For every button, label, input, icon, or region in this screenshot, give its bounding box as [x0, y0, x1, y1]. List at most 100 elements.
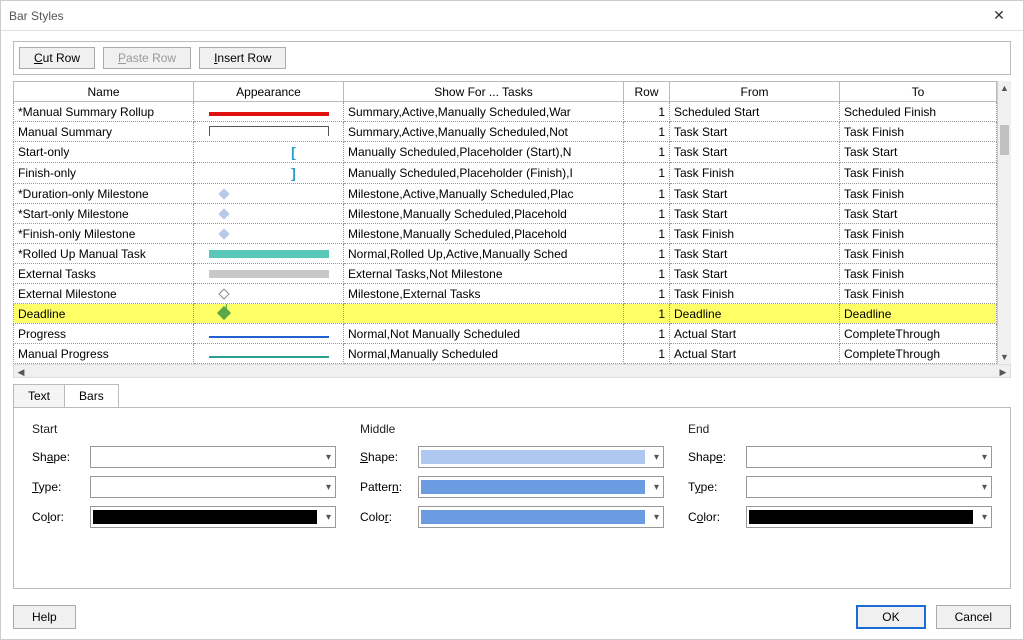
horizontal-scrollbar[interactable]: ◀ ▶ [13, 364, 1011, 378]
close-icon[interactable]: ✕ [983, 4, 1015, 28]
cell-show[interactable]: Milestone,Manually Scheduled,Placehold [344, 204, 624, 224]
table-row[interactable]: Start-only[Manually Scheduled,Placeholde… [14, 142, 997, 163]
cell-appearance[interactable] [194, 284, 344, 304]
end-shape-select[interactable] [746, 446, 992, 468]
cell-row[interactable]: 1 [624, 304, 670, 324]
cell-appearance[interactable]: ] [194, 163, 344, 184]
insert-row-button[interactable]: Insert Row [199, 47, 286, 69]
cell-show[interactable]: Normal,Not Manually Scheduled [344, 324, 624, 344]
cell-show[interactable]: Milestone,Active,Manually Scheduled,Plac [344, 184, 624, 204]
cell-from[interactable]: Actual Start [670, 344, 840, 364]
cell-name[interactable]: Manual Summary [14, 122, 194, 142]
cell-from[interactable]: Scheduled Start [670, 102, 840, 122]
cell-appearance[interactable] [194, 304, 344, 324]
cell-row[interactable]: 1 [624, 284, 670, 304]
tab-bars[interactable]: Bars [64, 384, 119, 408]
cell-name[interactable]: External Milestone [14, 284, 194, 304]
cell-row[interactable]: 1 [624, 163, 670, 184]
cell-appearance[interactable] [194, 244, 344, 264]
cell-row[interactable]: 1 [624, 324, 670, 344]
col-show[interactable]: Show For ... Tasks [344, 82, 624, 102]
cut-row-button[interactable]: Cut Row [19, 47, 95, 69]
cell-from[interactable]: Deadline [670, 304, 840, 324]
cell-show[interactable]: Manually Scheduled,Placeholder (Start),N [344, 142, 624, 163]
cell-to[interactable]: Task Finish [840, 284, 997, 304]
table-row[interactable]: External Milestone Milestone,External Tas… [14, 284, 997, 304]
cell-appearance[interactable] [194, 344, 344, 364]
cell-row[interactable]: 1 [624, 264, 670, 284]
cell-from[interactable]: Task Start [670, 184, 840, 204]
cell-row[interactable]: 1 [624, 244, 670, 264]
cell-from[interactable]: Task Finish [670, 284, 840, 304]
vertical-scrollbar[interactable]: ▲ ▼ [997, 81, 1011, 364]
cell-appearance[interactable] [194, 204, 344, 224]
middle-color-select[interactable] [418, 506, 664, 528]
end-type-select[interactable] [746, 476, 992, 498]
cell-name[interactable]: *Start-only Milestone [14, 204, 194, 224]
table-row[interactable]: *Start-only Milestone Milestone,Manually … [14, 204, 997, 224]
end-color-select[interactable] [746, 506, 992, 528]
cell-row[interactable]: 1 [624, 122, 670, 142]
cell-to[interactable]: Task Finish [840, 163, 997, 184]
table-row[interactable]: *Finish-only Milestone Milestone,Manually… [14, 224, 997, 244]
cell-appearance[interactable] [194, 324, 344, 344]
bar-styles-table[interactable]: Name Appearance Show For ... Tasks Row F… [13, 81, 997, 364]
cell-to[interactable]: Task Finish [840, 264, 997, 284]
cell-show[interactable]: Summary,Active,Manually Scheduled,War [344, 102, 624, 122]
cell-to[interactable]: Task Finish [840, 224, 997, 244]
cell-from[interactable]: Task Start [670, 244, 840, 264]
cell-show[interactable]: Normal,Manually Scheduled [344, 344, 624, 364]
cell-name[interactable]: Progress [14, 324, 194, 344]
cell-to[interactable]: Deadline [840, 304, 997, 324]
table-row[interactable]: Manual Summary Summary,Active,Manually Sc… [14, 122, 997, 142]
cell-show[interactable]: External Tasks,Not Milestone [344, 264, 624, 284]
cell-to[interactable]: Task Finish [840, 244, 997, 264]
scroll-left-icon[interactable]: ◀ [14, 365, 28, 379]
cell-show[interactable]: Milestone,Manually Scheduled,Placehold [344, 224, 624, 244]
cell-appearance[interactable] [194, 184, 344, 204]
cell-from[interactable]: Task Start [670, 204, 840, 224]
start-color-select[interactable] [90, 506, 336, 528]
cell-from[interactable]: Task Start [670, 142, 840, 163]
cell-name[interactable]: Start-only [14, 142, 194, 163]
cell-appearance[interactable] [194, 122, 344, 142]
cell-show[interactable]: Milestone,External Tasks [344, 284, 624, 304]
scroll-right-icon[interactable]: ▶ [996, 365, 1010, 379]
cell-name[interactable]: *Rolled Up Manual Task [14, 244, 194, 264]
cell-to[interactable]: CompleteThrough [840, 324, 997, 344]
cell-to[interactable]: Task Finish [840, 184, 997, 204]
scroll-thumb[interactable] [1000, 125, 1009, 155]
cell-to[interactable]: CompleteThrough [840, 344, 997, 364]
cell-to[interactable]: Task Start [840, 142, 997, 163]
cell-from[interactable]: Actual Start [670, 324, 840, 344]
cell-show[interactable]: Normal,Rolled Up,Active,Manually Sched [344, 244, 624, 264]
cell-appearance[interactable] [194, 224, 344, 244]
cell-name[interactable]: *Finish-only Milestone [14, 224, 194, 244]
scroll-down-icon[interactable]: ▼ [998, 350, 1011, 364]
cell-name[interactable]: External Tasks [14, 264, 194, 284]
start-shape-select[interactable] [90, 446, 336, 468]
cell-from[interactable]: Task Finish [670, 163, 840, 184]
cell-row[interactable]: 1 [624, 102, 670, 122]
cancel-button[interactable]: Cancel [936, 605, 1011, 629]
cell-row[interactable]: 1 [624, 184, 670, 204]
cell-row[interactable]: 1 [624, 344, 670, 364]
table-row[interactable]: *Manual Summary Rollup Summary,Active,Man… [14, 102, 997, 122]
help-button[interactable]: Help [13, 605, 76, 629]
col-appearance[interactable]: Appearance [194, 82, 344, 102]
cell-to[interactable]: Scheduled Finish [840, 102, 997, 122]
start-type-select[interactable] [90, 476, 336, 498]
middle-shape-select[interactable] [418, 446, 664, 468]
table-row[interactable]: *Rolled Up Manual Task Normal,Rolled Up,A… [14, 244, 997, 264]
cell-from[interactable]: Task Start [670, 264, 840, 284]
table-row[interactable]: External Tasks External Tasks,Not Milesto… [14, 264, 997, 284]
cell-show[interactable]: Summary,Active,Manually Scheduled,Not [344, 122, 624, 142]
col-from[interactable]: From [670, 82, 840, 102]
cell-name[interactable]: Finish-only [14, 163, 194, 184]
cell-name[interactable]: *Manual Summary Rollup [14, 102, 194, 122]
cell-appearance[interactable] [194, 264, 344, 284]
table-row[interactable]: Deadline1DeadlineDeadline [14, 304, 997, 324]
ok-button[interactable]: OK [856, 605, 925, 629]
table-row[interactable]: *Duration-only MilestoneMilestone,Active… [14, 184, 997, 204]
cell-row[interactable]: 1 [624, 224, 670, 244]
